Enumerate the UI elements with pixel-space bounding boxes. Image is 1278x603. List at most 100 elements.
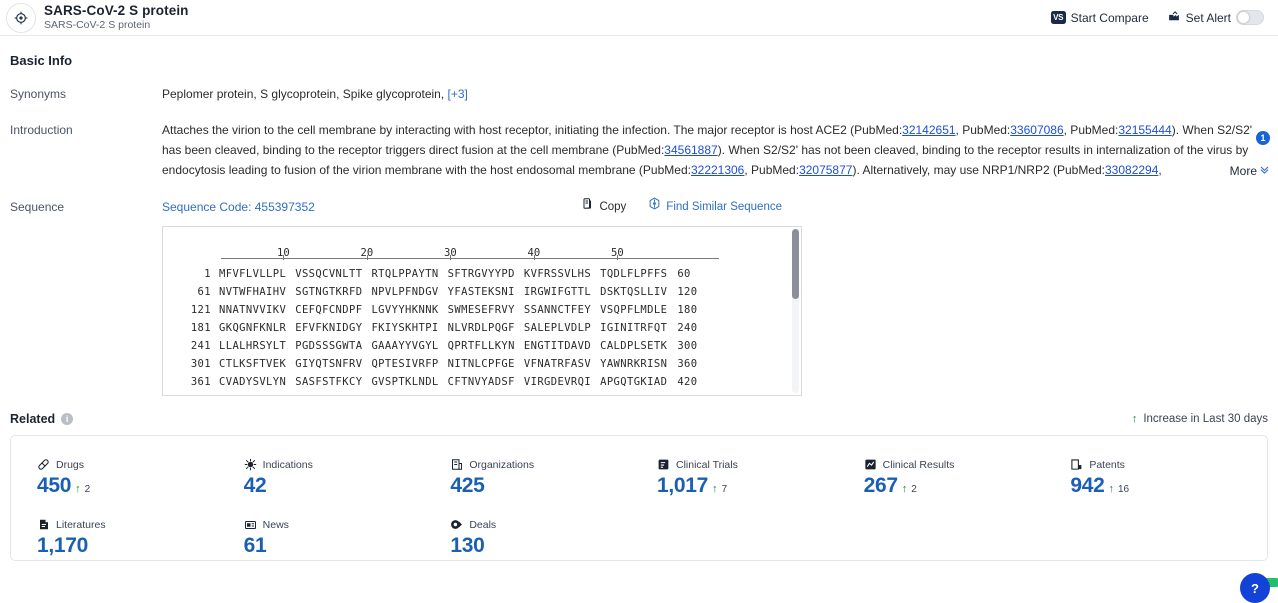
related-stat-value[interactable]: 450 [37,474,71,498]
sequence-end-index: 300 [667,336,697,356]
related-stat-patents[interactable]: Patents 942 ↑ 16 [1052,458,1259,498]
introduction-info-badge[interactable]: 1 [1256,131,1270,145]
page-title: SARS-CoV-2 S protein [44,3,189,18]
pubmed-link[interactable]: 32142651 [902,123,955,137]
related-stat-indications[interactable]: Indications 42 [226,458,433,498]
related-stat-value[interactable]: 130 [450,534,484,558]
ruler-tick: 40 [528,243,540,263]
related-card: Drugs 450 ↑ 2 Indications 42 Organizations 425 C… [10,435,1278,603]
sequence-row: Sequence Sequence Code: 455397352 Copy F… [10,197,1268,396]
related-stat-value[interactable]: 61 [244,534,267,558]
copy-sequence-button[interactable]: Copy [582,197,626,217]
set-alert-button[interactable]: Set Alert [1167,10,1264,26]
related-stat-label: Clinical Trials [676,459,738,471]
sequence-chunk: VFNATRFASV [524,354,591,374]
related-stat-news[interactable]: News 61 [226,518,433,558]
synonyms-more-link[interactable]: [+3] [448,87,468,101]
related-stat-value[interactable]: 1,017 [657,474,708,498]
related-stat-delta: 2 [85,484,91,495]
sequence-chunk: GVSPTKLNDL [371,372,438,392]
sequence-chunk: ENGTITDAVD [524,336,591,356]
pubmed-link[interactable]: 32155444 [1118,123,1171,137]
related-stat-header: Drugs [37,458,226,471]
related-stat-literatures[interactable]: Literatures 1,170 [19,518,226,558]
introduction-row: Introduction Attaches the virion to the … [10,120,1270,181]
sequence-scrollbar-thumb[interactable] [792,229,799,299]
related-stat-value[interactable]: 1,170 [37,534,88,558]
related-stat-value[interactable]: 42 [244,474,267,498]
start-compare-button[interactable]: VS Start Compare [1050,11,1149,25]
sequence-chunk: LGVYYHKNNK [371,300,438,320]
find-similar-sequence-button[interactable]: Find Similar Sequence [648,197,782,217]
sequence-viewer[interactable]: 10 20 30 40 50 1 MFVFLVLLPL VSSQCVNLTT RTQLPPAY… [162,226,802,396]
sequence-residues: NVTWFHAIHV SGTNGTKRFD NPVLPFNDGV YFASTEKSNI… [219,282,667,302]
sequence-residues: CVADYSVLYN SASFSTFKCY GVSPTKLNDL CFTNVYADSF… [219,372,667,392]
related-stat-label: Drugs [56,459,84,471]
sequence-line: 61 NVTWFHAIHV SGTNGTKRFD NPVLPFNDGV YFASTEKS… [163,283,801,301]
sequence-end-index: 120 [667,282,697,302]
bell-alert-icon [1167,10,1181,26]
copy-icon [582,197,594,217]
sequence-end-index: 60 [667,264,690,284]
sequence-start-index: 121 [163,300,219,320]
pubmed-link[interactable]: 33607086 [1010,123,1063,137]
pubmed-link[interactable]: 33082294 [1105,163,1158,177]
related-stat-value-row: 425 [450,474,639,498]
sequence-content: 10 20 30 40 50 1 MFVFLVLLPL VSSQCVNLTT RTQLPPAY… [163,227,801,391]
related-stat-label: Organizations [469,459,534,471]
related-stat-value-row: 42 [244,474,433,498]
sequence-chunk: CVADYSVLYN [219,372,286,392]
sequence-chunk: SSANNCTFEY [524,300,591,320]
related-stat-header: Organizations [450,458,639,471]
related-stat-clinical-results[interactable]: Clinical Results 267 ↑ 2 [846,458,1053,498]
sequence-chunk: SFTRGVYYPD [448,264,515,284]
related-stat-organizations[interactable]: Organizations 425 [432,458,639,498]
related-header: Related i ↑ Increase in Last 30 days [10,412,1268,426]
sequence-actions: Copy Find Similar Sequence [582,197,1268,217]
sequence-chunk: NPVLPFNDGV [371,282,438,302]
related-stat-value[interactable]: 425 [450,474,484,498]
pubmed-link[interactable]: 32075877 [799,163,852,177]
sequence-code-link[interactable]: Sequence Code: 455397352 [162,197,315,217]
sequence-scrollbar[interactable] [792,229,799,393]
related-stat-deals[interactable]: Deals 130 [432,518,639,558]
related-legend-label: Increase in Last 30 days [1143,413,1268,425]
related-stat-header: News [244,518,433,531]
sequence-chunk: VIRGDEVRQI [524,372,591,392]
related-stat-header: Indications [244,458,433,471]
basic-info-heading: Basic Info [10,53,1268,68]
ruler-line [221,258,719,259]
page-title-block: SARS-CoV-2 S protein SARS-CoV-2 S protei… [44,3,189,31]
sequence-end-index: 180 [667,300,697,320]
sequence-chunk: GIYQTSNFRV [295,354,362,374]
related-stat-label: News [263,519,289,531]
related-stat-drugs[interactable]: Drugs 450 ↑ 2 [19,458,226,498]
introduction-more-button[interactable]: More [1224,161,1270,181]
synonym-item: Spike glycoprotein, [343,87,444,101]
sequence-chunk: IRGWIFGTTL [524,282,591,302]
related-stat-clinical-trials[interactable]: Clinical Trials 1,017 ↑ 7 [639,458,846,498]
pubmed-link[interactable]: 34561887 [664,143,717,157]
sequence-residues: CTLKSFTVEK GIYQTSNFRV QPTESIVRFP NITNLCPFGE… [219,354,667,374]
sequence-start-index: 61 [163,282,219,302]
sequence-chunk: VSSQCVNLTT [295,264,362,284]
info-icon[interactable]: i [61,413,74,425]
find-similar-label: Find Similar Sequence [666,197,782,217]
related-stat-value[interactable]: 267 [864,474,898,498]
sequence-chunk: CALDPLSETK [600,336,667,356]
sequence-chunk: PGDSSSGWTA [295,336,362,356]
sequence-start-index: 1 [163,264,219,284]
sequence-chunk: SASFSTFKCY [295,372,362,392]
synonym-item: Peplomer protein, [162,87,257,101]
sequence-lines: 1 MFVFLVLLPL VSSQCVNLTT RTQLPPAYTN SFTRGVYYP… [163,265,801,391]
sequence-chunk: FKIYSKHTPI [371,318,438,338]
sequence-header: Sequence Code: 455397352 Copy Find Simil… [162,197,1268,217]
related-title: Related [10,412,55,426]
related-legend: ↑ Increase in Last 30 days [1132,413,1268,425]
set-alert-toggle[interactable] [1236,10,1264,25]
related-stat-delta: 2 [911,484,917,495]
related-stat-value[interactable]: 942 [1070,474,1104,498]
pubmed-link[interactable]: 32221306 [691,163,744,177]
sequence-chunk: RTQLPPAYTN [371,264,438,284]
sequence-chunk: SALEPLVDLP [524,318,591,338]
